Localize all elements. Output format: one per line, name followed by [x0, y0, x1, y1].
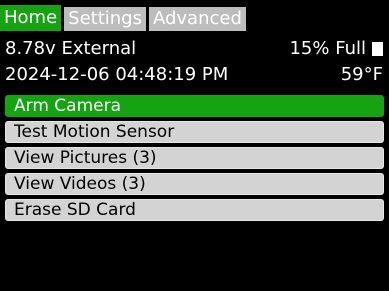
datetime: 2024-12-06 04:48:19 PM — [5, 64, 229, 85]
sd-card-icon — [372, 42, 383, 56]
menu-item-arm-camera[interactable]: Arm Camera — [5, 95, 384, 117]
main-menu: Arm Camera Test Motion Sensor View Pictu… — [5, 95, 384, 225]
menu-item-view-pictures[interactable]: View Pictures (3) — [5, 147, 384, 169]
tab-settings[interactable]: Settings — [64, 7, 146, 31]
storage-status: 15% Full — [289, 36, 383, 62]
tab-advanced[interactable]: Advanced — [148, 7, 246, 31]
power-storage-row: 8.78v External 15% Full — [5, 36, 389, 62]
tab-home[interactable]: Home — [0, 5, 62, 31]
power-status: 8.78v External — [5, 38, 137, 59]
menu-item-erase-sd-card[interactable]: Erase SD Card — [5, 199, 384, 221]
tab-bar: Home Settings Advanced — [0, 4, 249, 31]
storage-label: 15% Full — [289, 38, 366, 59]
menu-item-test-motion-sensor[interactable]: Test Motion Sensor — [5, 121, 384, 143]
menu-item-view-videos[interactable]: View Videos (3) — [5, 173, 384, 195]
temperature: 59°F — [341, 62, 383, 88]
datetime-temp-row: 2024-12-06 04:48:19 PM 59°F — [5, 62, 389, 88]
temperature-label: 59°F — [340, 64, 383, 85]
